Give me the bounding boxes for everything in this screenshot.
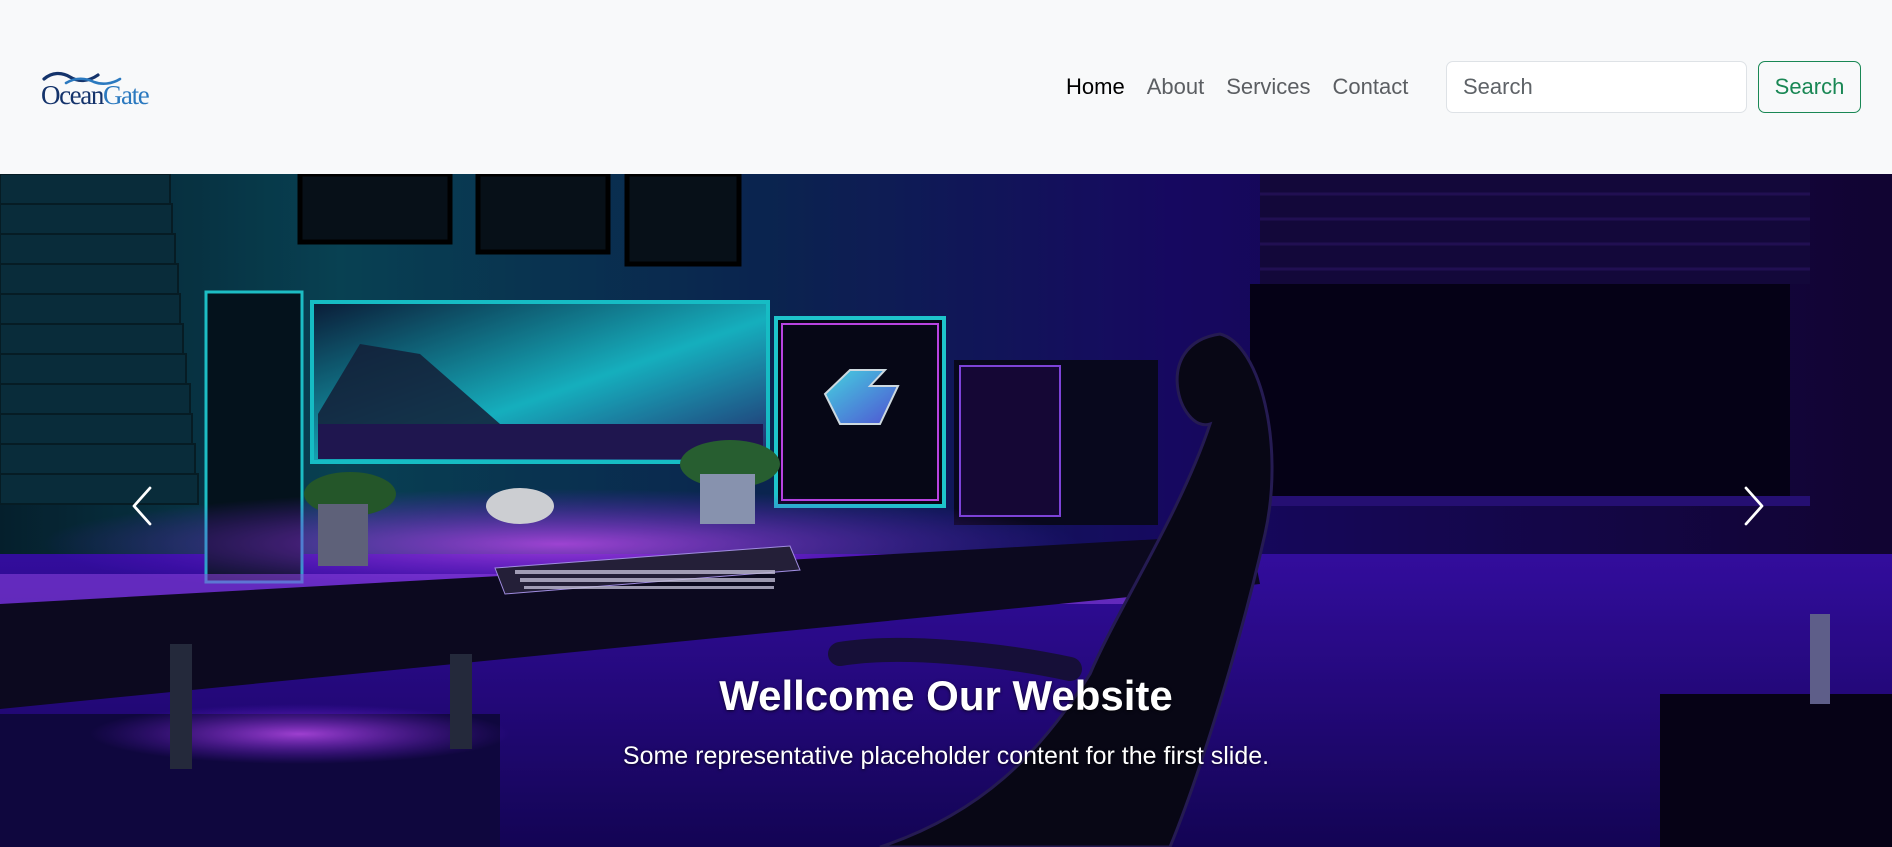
carousel-prev-button[interactable] <box>112 476 172 536</box>
slide-title: Wellcome Our Website <box>719 672 1173 719</box>
slide-description: Some representative placeholder content … <box>622 742 1270 770</box>
nav-link-about[interactable]: About <box>1147 74 1205 100</box>
brand-logo[interactable]: OceanGate <box>40 66 156 110</box>
search-input[interactable] <box>1446 61 1747 113</box>
carousel-next-button[interactable] <box>1724 476 1784 536</box>
navbar: OceanGate Home About Services Contact Se… <box>0 0 1892 174</box>
main-nav: Home About Services Contact <box>1066 70 1430 104</box>
search-button[interactable]: Search <box>1758 61 1861 113</box>
nav-link-services[interactable]: Services <box>1226 74 1310 100</box>
hero-carousel: Wellcome Our Website Some representative… <box>0 174 1892 847</box>
brand-name: OceanGate <box>41 80 150 110</box>
nav-link-home[interactable]: Home <box>1066 74 1125 100</box>
chevron-left-icon <box>132 486 152 526</box>
nav-link-contact[interactable]: Contact <box>1333 74 1409 100</box>
chevron-right-icon <box>1744 486 1764 526</box>
